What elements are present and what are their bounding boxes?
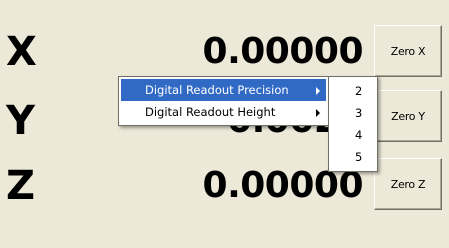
precision-option-4[interactable]: 4 [329,124,377,146]
x-axis-label: X [6,29,37,75]
menu-item-label: Digital Readout Precision [145,83,289,97]
x-readout-value: 0.00000 [202,31,364,72]
menu-item-readout-height[interactable]: Digital Readout Height [121,101,326,123]
z-axis-label: Z [6,163,36,209]
precision-option-5[interactable]: 5 [329,146,377,168]
precision-option-2[interactable]: 2 [329,80,377,102]
menu-item-readout-precision[interactable]: Digital Readout Precision [121,79,326,101]
precision-option-3[interactable]: 3 [329,102,377,124]
y-axis-label: Y [6,98,35,144]
zero-z-button[interactable]: Zero Z [374,158,442,210]
precision-submenu: 2 3 4 5 [328,76,378,172]
menu-item-label: Digital Readout Height [145,105,276,119]
submenu-arrow-icon [316,109,320,117]
z-readout-value: 0.00000 [202,165,364,206]
zero-y-button[interactable]: Zero Y [374,90,442,142]
readout-context-menu: Digital Readout Precision Digital Readou… [118,76,329,126]
zero-x-button[interactable]: Zero X [374,25,442,77]
submenu-arrow-icon [316,87,320,95]
